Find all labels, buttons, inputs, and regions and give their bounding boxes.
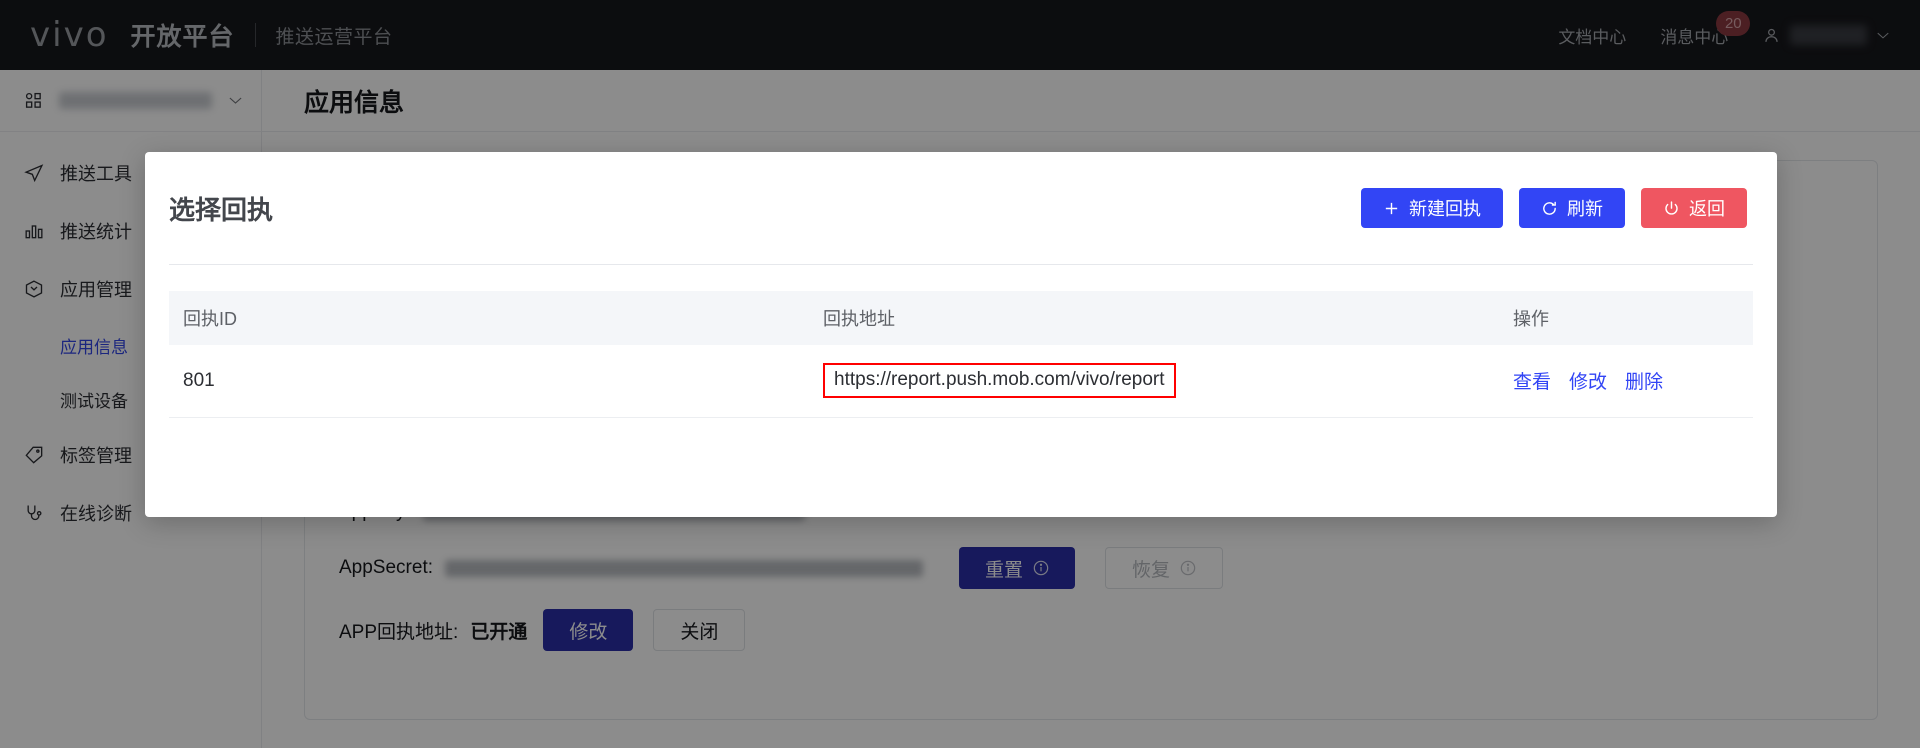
create-receipt-label: 新建回执 — [1409, 195, 1481, 221]
plus-icon — [1383, 200, 1400, 217]
refresh-label: 刷新 — [1567, 195, 1603, 221]
power-icon — [1663, 200, 1680, 217]
back-button[interactable]: 返回 — [1641, 188, 1747, 228]
create-receipt-button[interactable]: 新建回执 — [1361, 188, 1503, 228]
column-header-actions: 操作 — [1499, 291, 1753, 345]
column-header-receipt-id: 回执ID — [169, 291, 809, 345]
refresh-icon — [1541, 200, 1558, 217]
table-row: 801 https://report.push.mob.com/vivo/rep… — [169, 345, 1753, 417]
edit-link[interactable]: 修改 — [1569, 367, 1607, 394]
cell-receipt-id: 801 — [169, 345, 809, 417]
receipt-table-body: 801 https://report.push.mob.com/vivo/rep… — [169, 345, 1753, 417]
cell-receipt-url: https://report.push.mob.com/vivo/report — [809, 345, 1499, 417]
receipt-table: 回执ID 回执地址 操作 801 https://report.push.mob… — [169, 291, 1753, 418]
modal-action-buttons: 新建回执 刷新 返回 — [1361, 188, 1747, 228]
row-action-links: 查看 修改 删除 — [1513, 367, 1739, 394]
receipt-table-head: 回执ID 回执地址 操作 — [169, 291, 1753, 345]
refresh-button[interactable]: 刷新 — [1519, 188, 1625, 228]
delete-link[interactable]: 删除 — [1625, 367, 1663, 394]
cell-actions: 查看 修改 删除 — [1499, 345, 1753, 417]
table-header-row: 回执ID 回执地址 操作 — [169, 291, 1753, 345]
receipt-url-highlight: https://report.push.mob.com/vivo/report — [823, 363, 1176, 398]
select-receipt-modal: 选择回执 新建回执 刷新 返回 — [145, 152, 1777, 517]
column-header-receipt-url: 回执地址 — [809, 291, 1499, 345]
modal-header: 选择回执 新建回执 刷新 返回 — [145, 152, 1777, 264]
back-label: 返回 — [1689, 195, 1725, 221]
modal-divider — [169, 264, 1753, 265]
modal-title: 选择回执 — [169, 190, 1361, 227]
view-link[interactable]: 查看 — [1513, 367, 1551, 394]
